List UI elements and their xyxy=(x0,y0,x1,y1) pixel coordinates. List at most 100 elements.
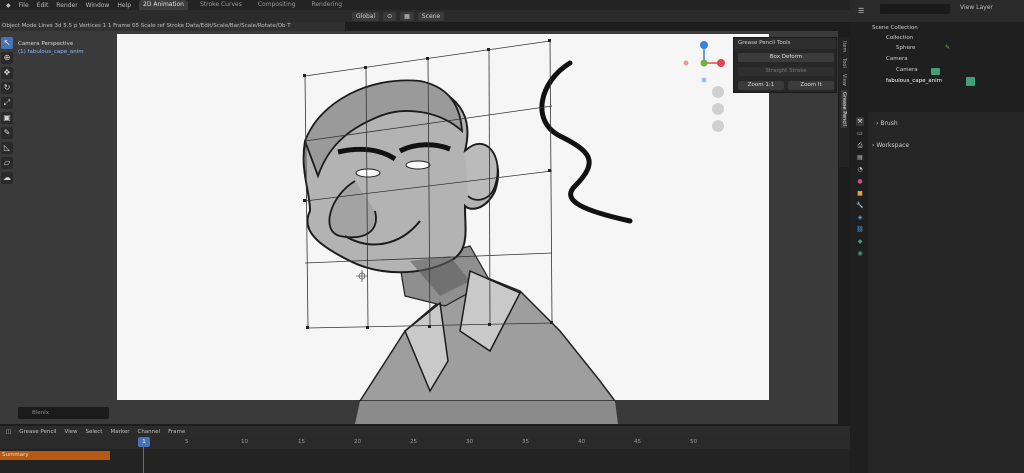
menu-render[interactable]: Render xyxy=(56,2,77,9)
ruler-mark: 15 xyxy=(298,439,305,445)
properties-editor: › Brush › Workspace xyxy=(868,112,1024,473)
eye-right xyxy=(405,160,431,170)
outliner-row-collection[interactable]: Collection xyxy=(886,34,913,43)
annotate-tool-icon[interactable]: ✎ xyxy=(1,127,13,139)
summary-channel[interactable]: Summary xyxy=(0,451,110,460)
outliner-row-sphere[interactable]: Sphere xyxy=(896,44,915,53)
axis-x-icon xyxy=(717,59,725,67)
viewport-overlay-text: Camera Perspective (1) fabulous_cape_ani… xyxy=(18,40,84,56)
cursor-tool-icon[interactable]: ⊕ xyxy=(1,52,13,64)
ruler-mark: 20 xyxy=(354,439,361,445)
select-tool-icon[interactable]: ↖ xyxy=(1,37,13,49)
output-properties-icon[interactable]: ⎙ xyxy=(856,141,864,150)
sidebar-tab-tool[interactable]: Tool xyxy=(841,56,847,70)
object-properties-icon[interactable]: ■ xyxy=(856,189,864,198)
ruler-mark: 5 xyxy=(185,439,189,445)
outliner-search-input[interactable] xyxy=(880,4,950,14)
modifier-properties-icon[interactable]: 🔧 xyxy=(856,201,864,210)
workspace-label: Workspace xyxy=(876,142,910,149)
scale-tool-icon[interactable]: ⤢ xyxy=(1,97,13,109)
playhead-line xyxy=(143,447,144,473)
search-input[interactable]: Blenix xyxy=(18,407,109,419)
timeline-menu-grease-pencil[interactable]: Grease Pencil xyxy=(19,429,56,435)
sidebar-tab-item[interactable]: Item xyxy=(841,39,847,54)
material-properties-icon[interactable]: ◉ xyxy=(856,249,864,258)
active-object-label: (1) fabulous_cape_anim xyxy=(18,49,84,55)
brush-row[interactable]: › Brush xyxy=(876,120,898,127)
scene-select[interactable]: Scene xyxy=(417,11,445,21)
constraints-properties-icon[interactable]: ⛓ xyxy=(856,225,864,234)
timeline-menu-channel[interactable]: Channel xyxy=(137,429,160,435)
ruler-mark: 40 xyxy=(578,439,585,445)
camera-data-icon xyxy=(931,68,940,75)
measure-tool-icon[interactable]: ◺ xyxy=(1,142,13,154)
workspace-row[interactable]: › Workspace xyxy=(872,142,909,149)
menu-file[interactable]: File xyxy=(19,2,29,9)
ear-shape xyxy=(464,143,499,201)
ruler-mark: 45 xyxy=(634,439,641,445)
frame-ruler[interactable]: 5 10 15 20 25 30 35 40 45 50 xyxy=(0,437,850,449)
workspace-tab-stroke-curves[interactable]: Stroke Curves xyxy=(196,0,246,10)
navigation-gizmo[interactable] xyxy=(680,36,730,136)
outliner-header: ☰ View Layer xyxy=(850,0,1024,22)
move-tool-icon[interactable]: ✥ xyxy=(1,67,13,79)
modifier-icon: ✎ xyxy=(945,44,951,51)
timeline-menu-select[interactable]: Select xyxy=(86,429,103,435)
shirt-bottom xyxy=(355,401,618,424)
ruler-mark: 35 xyxy=(522,439,529,445)
render-properties-icon[interactable]: ▭ xyxy=(856,129,864,138)
outliner-row-scene-collection[interactable]: Scene Collection xyxy=(872,24,918,33)
workspace-tab-rendering[interactable]: Rendering xyxy=(307,0,346,10)
outliner-row-grease-pencil[interactable]: fabulous_cape_anim xyxy=(886,77,942,86)
view-layer-properties-icon[interactable]: ▤ xyxy=(856,153,864,162)
axis-y-icon xyxy=(700,59,708,67)
outliner-row-camera-data[interactable]: Camera xyxy=(896,66,918,75)
timeline-header: ◫ Grease Pencil View Select Marker Chann… xyxy=(0,426,850,437)
zoom-fit-button[interactable]: Zoom 1:1 xyxy=(738,81,784,90)
data-properties-icon[interactable]: ◆ xyxy=(856,237,864,246)
timeline-menu-view[interactable]: View xyxy=(64,429,77,435)
grease-pencil-data-icon xyxy=(966,77,975,86)
straight-stroke-button[interactable]: Straight Stroke xyxy=(738,67,834,76)
sidebar-tab-view[interactable]: View xyxy=(841,72,847,88)
effects-properties-icon[interactable]: ◈ xyxy=(856,213,864,222)
workspace-tab-compositing[interactable]: Compositing xyxy=(254,0,300,10)
3d-cursor-icon xyxy=(356,270,368,282)
ruler-mark: 50 xyxy=(690,439,697,445)
ruler-mark: 25 xyxy=(410,439,417,445)
blender-logo-icon[interactable]: ◆ xyxy=(6,2,11,9)
workspace-tab-2d-animation[interactable]: 2D Animation xyxy=(139,0,188,10)
zoom-in-button[interactable]: Zoom It xyxy=(788,81,834,90)
rotate-tool-icon[interactable]: ↻ xyxy=(1,82,13,94)
axis-z-icon xyxy=(700,41,708,49)
timeline-menu-marker[interactable]: Marker xyxy=(110,429,129,435)
timeline-menu-frame[interactable]: Frame xyxy=(168,429,185,435)
transform-orientation-select[interactable]: Global xyxy=(352,11,380,21)
menu-edit[interactable]: Edit xyxy=(37,2,49,9)
outliner-row-camera-object[interactable]: Camera xyxy=(886,55,908,64)
tool-properties-icon[interactable]: ⚒ xyxy=(856,117,864,126)
sidebar-tab-grease-pencil[interactable]: Grease Pencil xyxy=(841,89,847,128)
viewport-header-controls: Global ⊙ ▦ Scene xyxy=(352,11,445,21)
transform-tool-icon[interactable]: ▣ xyxy=(1,112,13,124)
box-deform-button[interactable]: Box Deform xyxy=(738,53,834,62)
current-frame-playhead[interactable]: 1 xyxy=(138,437,150,447)
menu-window[interactable]: Window xyxy=(86,2,110,9)
sidebar-tabs: Item Tool View Grease Pencil xyxy=(839,37,849,167)
world-properties-icon[interactable]: ● xyxy=(856,177,864,186)
axis-neg-z-icon xyxy=(701,77,707,83)
camera-view-icon xyxy=(712,120,724,132)
display-mode-icon[interactable]: ☰ xyxy=(858,7,864,15)
snap-toggle[interactable]: ⊙ xyxy=(383,11,397,21)
chevron-right-icon: › xyxy=(872,142,875,149)
shear-tool-icon[interactable]: ▱ xyxy=(1,157,13,169)
proportional-edit-toggle[interactable]: ▦ xyxy=(400,11,414,21)
editor-type-icon[interactable]: ◫ xyxy=(6,429,11,435)
left-toolbar: ↖ ⊕ ✥ ↻ ⤢ ▣ ✎ ◺ ▱ ☁ xyxy=(0,37,14,184)
menu-help[interactable]: Help xyxy=(117,2,131,9)
panel-title[interactable]: Grease Pencil Tools xyxy=(734,38,836,49)
deform-tool-icon[interactable]: ☁ xyxy=(1,172,13,184)
eye-left xyxy=(355,168,381,178)
scene-properties-icon[interactable]: ◔ xyxy=(856,165,864,174)
squiggle-stroke xyxy=(539,60,633,224)
